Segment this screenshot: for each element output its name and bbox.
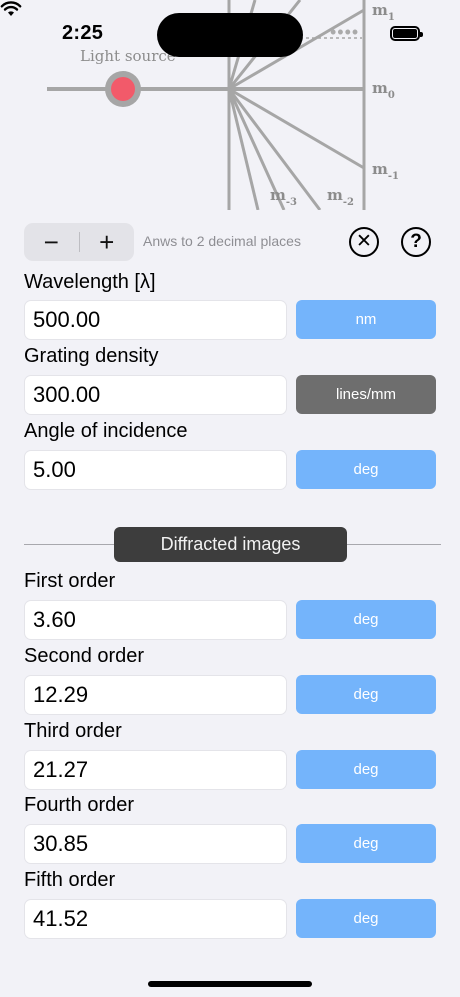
status-dots: •••• [330,22,360,42]
order-label-m1: m1 [372,1,395,23]
fifth-order-label: Fifth order [24,869,116,891]
second-order-label: Second order [24,645,145,667]
second-order-field[interactable]: 12.29 [24,675,287,715]
wavelength-label: Wavelength [λ] [24,271,156,293]
stepper-plus-button[interactable]: + [80,223,135,261]
help-button[interactable]: ? [401,227,431,257]
decimal-stepper: − + [24,223,134,261]
toolbar: − + Anws to 2 decimal places ✕ ? [24,223,436,261]
angle-of-incidence-label: Angle of incidence [24,420,188,442]
first-order-unit-button[interactable]: deg [296,600,436,639]
status-time: 2:25 [62,22,104,44]
angle-of-incidence-field[interactable]: 5.00 [24,450,287,490]
light-source-icon [111,77,135,101]
order-label-m0: m0 [372,79,395,101]
dynamic-island [157,13,303,57]
fourth-order-label: Fourth order [24,794,135,816]
order-label-m-2: m-2 [327,186,354,208]
section-title: Diffracted images [114,527,347,562]
fourth-order-field[interactable]: 30.85 [24,824,287,864]
second-order-unit-button[interactable]: deg [296,675,436,714]
battery-icon [390,26,423,41]
angle-of-incidence-unit-button[interactable]: deg [296,450,436,489]
wavelength-unit-button[interactable]: nm [296,300,436,339]
grating-density-unit-button[interactable]: lines/mm [296,375,436,414]
wifi-icon [0,1,22,16]
beam-m-1 [228,87,365,170]
order-label-m-3: m-3 [270,186,297,208]
light-source-label: Light source [80,47,176,65]
third-order-label: Third order [24,720,122,742]
first-order-field[interactable]: 3.60 [24,600,287,640]
stepper-minus-button[interactable]: − [24,223,79,261]
clear-button[interactable]: ✕ [349,227,379,257]
fourth-order-unit-button[interactable]: deg [296,824,436,863]
diffraction-diagram: Light source m1 m0 m-1 m-2 m-3 2:25 •••• [0,0,460,210]
fifth-order-unit-button[interactable]: deg [296,899,436,938]
third-order-field[interactable]: 21.27 [24,750,287,790]
order-label-m-1: m-1 [372,160,399,182]
grating-density-label: Grating density [24,345,159,367]
wavelength-field[interactable]: 500.00 [24,300,287,340]
grating-density-field[interactable]: 300.00 [24,375,287,415]
fifth-order-field[interactable]: 41.52 [24,899,287,939]
first-order-label: First order [24,570,116,592]
third-order-unit-button[interactable]: deg [296,750,436,789]
precision-hint: Anws to 2 decimal places [143,233,301,249]
home-indicator[interactable] [148,981,312,987]
